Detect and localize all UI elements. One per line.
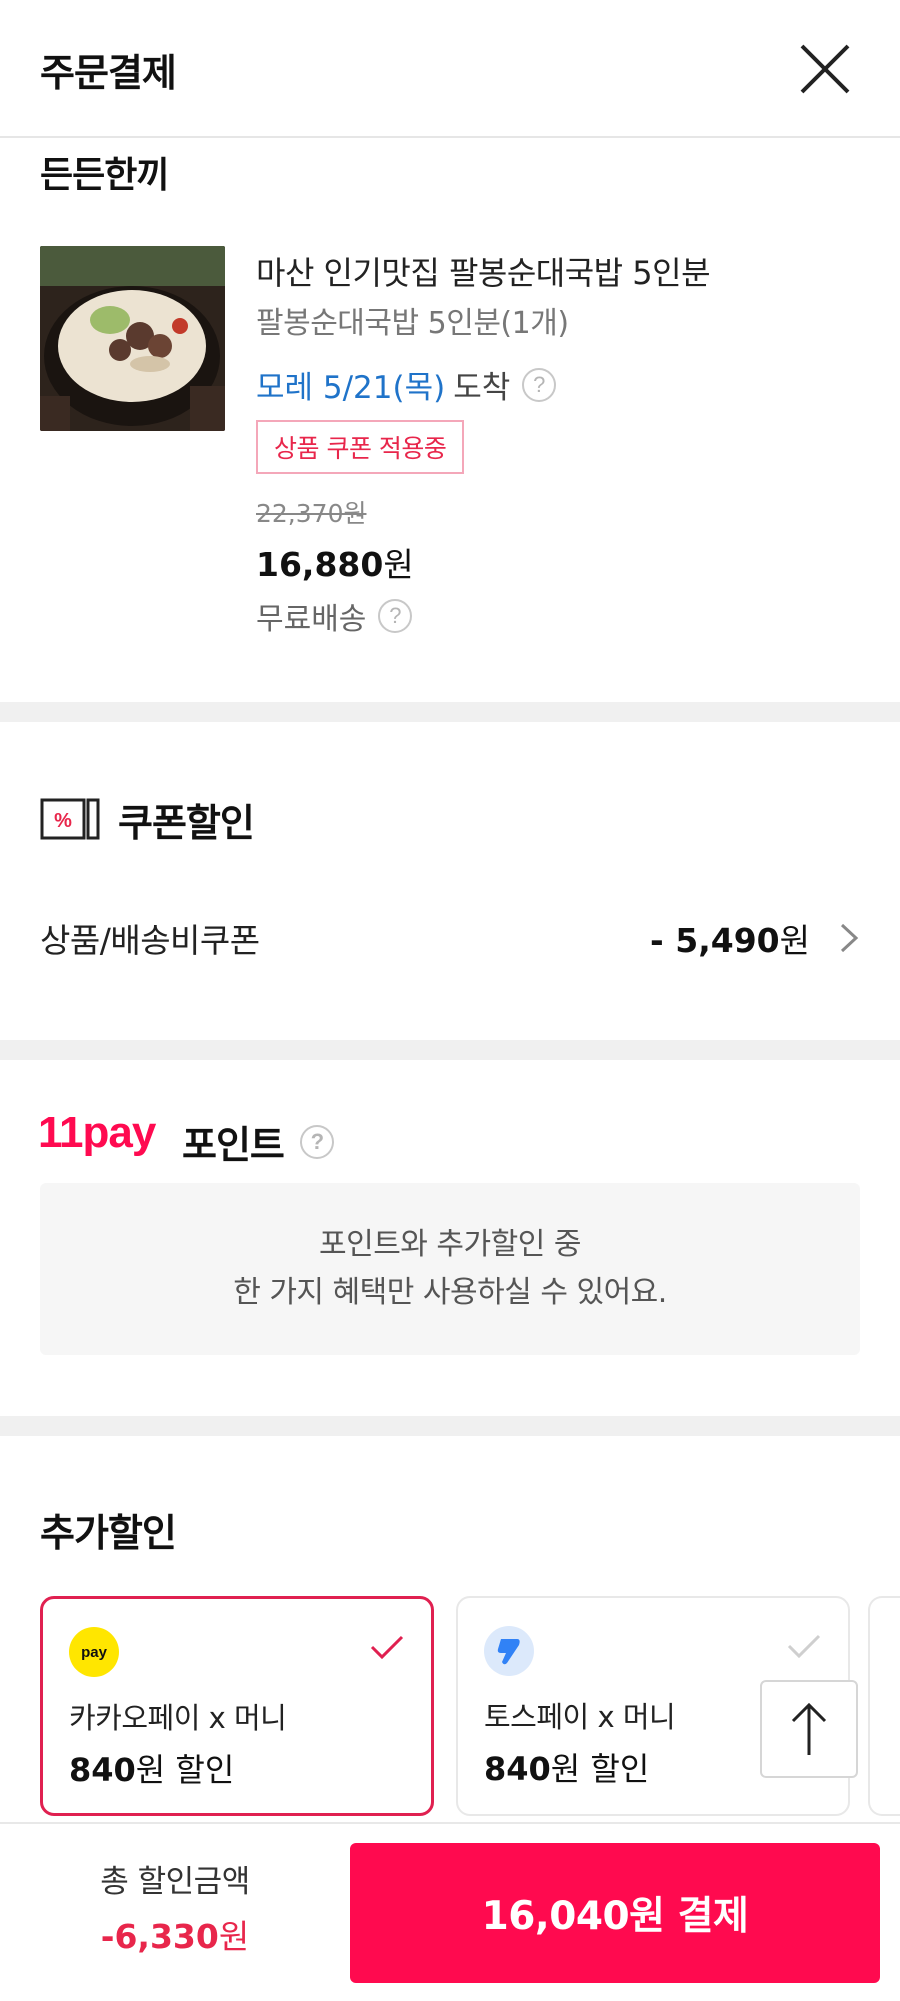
coupon-row-label: 상품/배송비쿠폰 [40, 921, 260, 960]
delivery-info: 모레 5/21(목) 도착 ? [256, 362, 557, 407]
11pay-logo: 11pay [38, 1108, 156, 1157]
section-divider [0, 702, 900, 722]
section-divider [0, 1416, 900, 1436]
page-title: 주문결제 [40, 51, 177, 95]
help-icon[interactable]: ? [522, 367, 557, 402]
coupon-discount-unit: 원 [779, 921, 810, 960]
point-title-label: 포인트 [182, 1123, 285, 1167]
kakaopay-logo-text: pay [81, 1643, 107, 1661]
check-icon [787, 1634, 821, 1659]
chevron-right-icon [840, 923, 859, 953]
extra-discount-title: 추가할인 [40, 1511, 177, 1555]
card-discount-number: 840 [69, 1751, 136, 1789]
card-name: 토스페이 x 머니 [484, 1700, 676, 1734]
coupon-select-row[interactable]: 상품/배송비쿠폰 - 5,490원 [40, 908, 860, 968]
card-discount: 840원 할인 [484, 1744, 649, 1790]
help-icon[interactable]: ? [378, 599, 413, 633]
kakaopay-discount-card[interactable]: pay 카카오페이 x 머니 840원 할인 [40, 1596, 434, 1816]
delivery-suffix: 도착 [453, 370, 511, 406]
card-discount-number: 840 [484, 1750, 551, 1788]
delivery-date: 모레 5/21(목) [256, 370, 446, 406]
scroll-to-top-button[interactable] [760, 1680, 858, 1778]
seller-name: 든든한끼 [40, 155, 169, 196]
shipping-label: 무료배송 [256, 602, 367, 637]
product-thumbnail[interactable] [40, 246, 225, 431]
card-discount: 840원 할인 [69, 1745, 234, 1791]
help-icon[interactable]: ? [299, 1124, 334, 1159]
notice-line-1: 포인트와 추가할인 중 [319, 1227, 581, 1262]
bottom-payment-bar: 총 할인금액 -6,330원 16,040원 결제 [0, 1822, 900, 2001]
card-discount-suffix: 원 할인 [550, 1750, 650, 1788]
point-section-title: 포인트 ? [182, 1114, 334, 1169]
section-divider [0, 1040, 900, 1060]
next-discount-card[interactable] [868, 1596, 900, 1816]
tosspay-logo-icon [484, 1626, 534, 1676]
total-discount-amount: -6,330원 [40, 1910, 310, 1958]
coupon-icon: % [40, 798, 100, 840]
coupon-icon-glyph: % [54, 810, 72, 832]
kakaopay-logo-icon: pay [69, 1627, 119, 1677]
card-discount-suffix: 원 할인 [135, 1751, 235, 1789]
product-name: 마산 인기맛집 팔봉순대국밥 5인분 [256, 254, 711, 292]
sale-price-number: 16,880 [256, 545, 384, 584]
point-notice-box: 포인트와 추가할인 중 한 가지 혜택만 사용하실 수 있어요. [40, 1183, 860, 1355]
coupon-section-title: 쿠폰할인 [118, 801, 255, 845]
shipping-info: 무료배송 ? [256, 594, 413, 638]
coupon-discount-amount: - 5,490원 [650, 914, 810, 962]
original-price: 22,370원 [256, 499, 367, 528]
coupon-discount-number: - 5,490 [650, 921, 780, 960]
total-discount-unit: 원 [218, 1917, 250, 1956]
arrow-up-icon [791, 1702, 827, 1755]
check-icon [370, 1635, 404, 1660]
total-discount-label: 총 할인금액 [100, 1864, 250, 1900]
header: 주문결제 [0, 0, 900, 138]
product-option: 팔봉순대국밥 5인분(1개) [256, 306, 569, 341]
total-discount-number: -6,330 [100, 1917, 219, 1956]
card-name: 카카오페이 x 머니 [69, 1701, 287, 1735]
notice-line-2: 한 가지 혜택만 사용하실 수 있어요. [233, 1275, 667, 1310]
coupon-applied-badge: 상품 쿠폰 적용중 [256, 420, 465, 474]
pay-button[interactable]: 16,040원 결제 [350, 1843, 880, 1983]
sale-price: 16,880원 [256, 538, 414, 586]
close-icon[interactable] [796, 40, 854, 98]
sale-price-unit: 원 [383, 545, 414, 584]
